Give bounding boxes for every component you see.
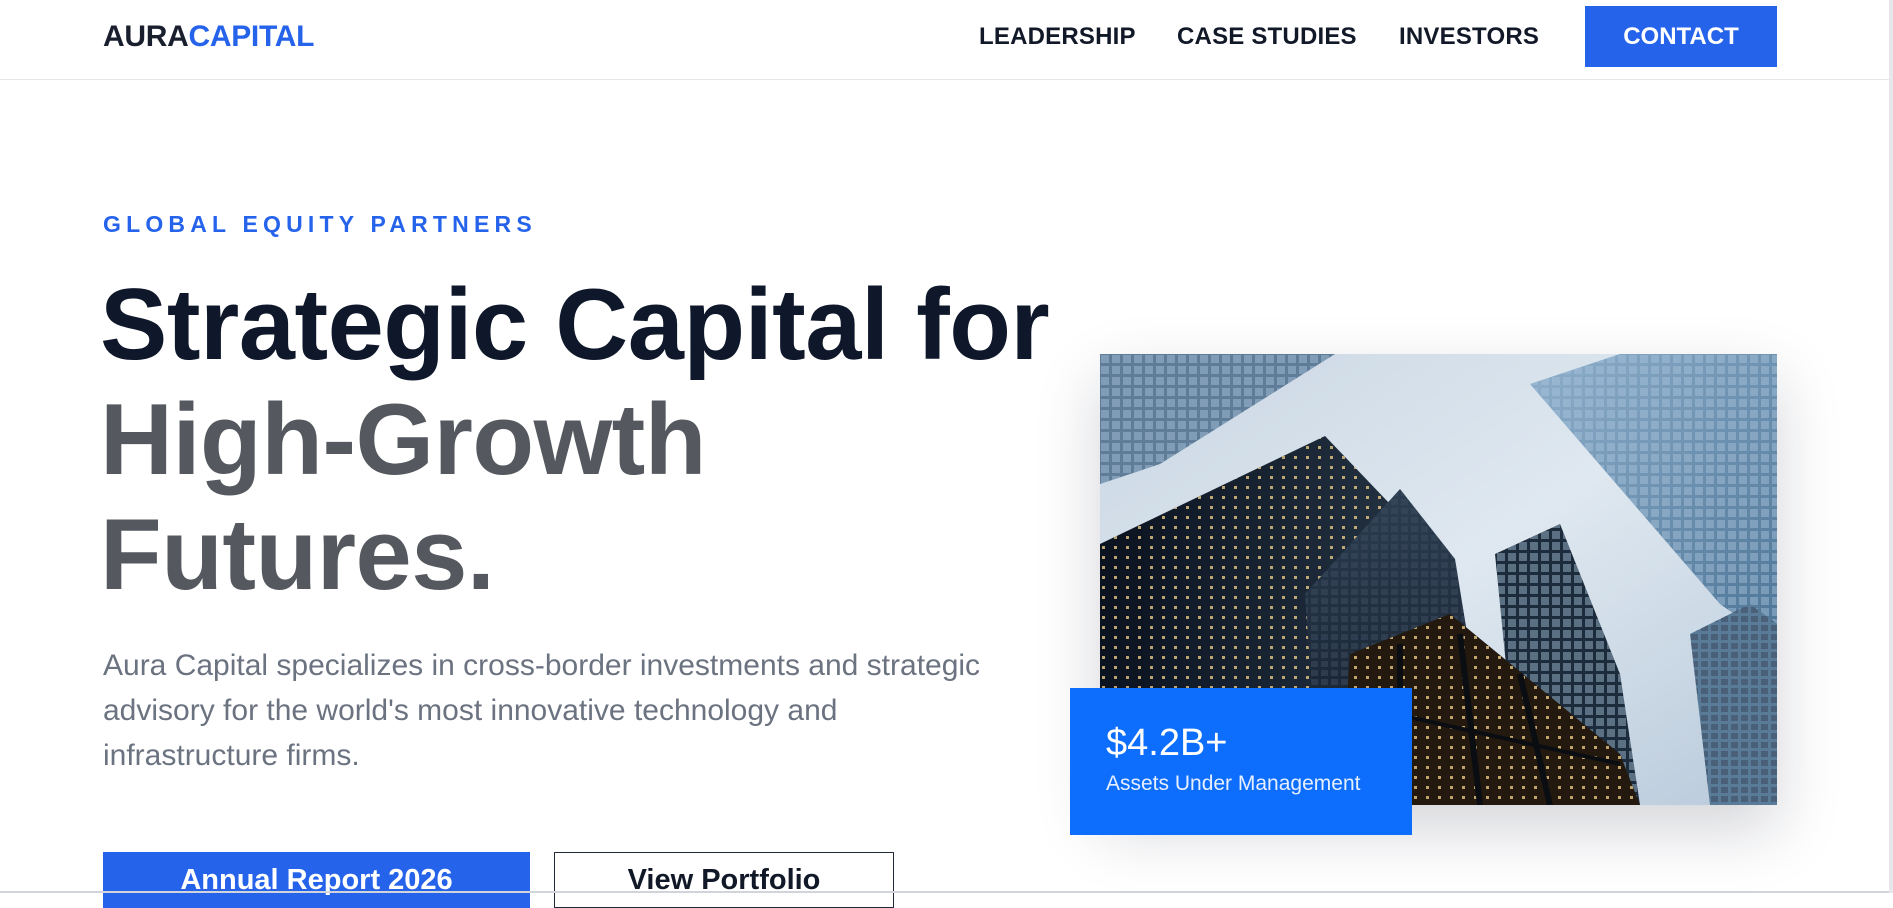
contact-button[interactable]: CONTACT: [1585, 6, 1777, 67]
hero-description: Aura Capital specializes in cross-border…: [103, 649, 981, 772]
view-portfolio-button[interactable]: View Portfolio: [554, 852, 894, 908]
vertical-scrollbar[interactable]: [1889, 0, 1893, 893]
logo[interactable]: AURACAPITAL: [103, 20, 314, 54]
headline-line-1: Strategic Capital for: [100, 269, 1050, 381]
assets-stat-card: $4.2B+ Assets Under Management: [1070, 688, 1412, 835]
nav-link-investors[interactable]: INVESTORS: [1399, 23, 1539, 51]
stat-value: $4.2B+: [1106, 722, 1228, 764]
hero-headline: Strategic Capital for High-Growth Future…: [100, 268, 1050, 613]
logo-text-capital: CAPITAL: [188, 20, 315, 53]
nav-link-case-studies[interactable]: CASE STUDIES: [1177, 23, 1357, 51]
headline-line-3: Futures.: [100, 499, 495, 611]
headline-line-2: High-Growth: [100, 384, 706, 496]
logo-text-aura: AURA: [103, 20, 189, 53]
annual-report-button[interactable]: Annual Report 2026: [103, 852, 530, 908]
hero-eyebrow: GLOBAL EQUITY PARTNERS: [103, 211, 537, 237]
nav-link-leadership[interactable]: LEADERSHIP: [979, 23, 1136, 51]
top-navbar: AURACAPITAL LEADERSHIP CASE STUDIES INVE…: [0, 0, 1890, 80]
stat-label: Assets Under Management: [1106, 772, 1361, 795]
